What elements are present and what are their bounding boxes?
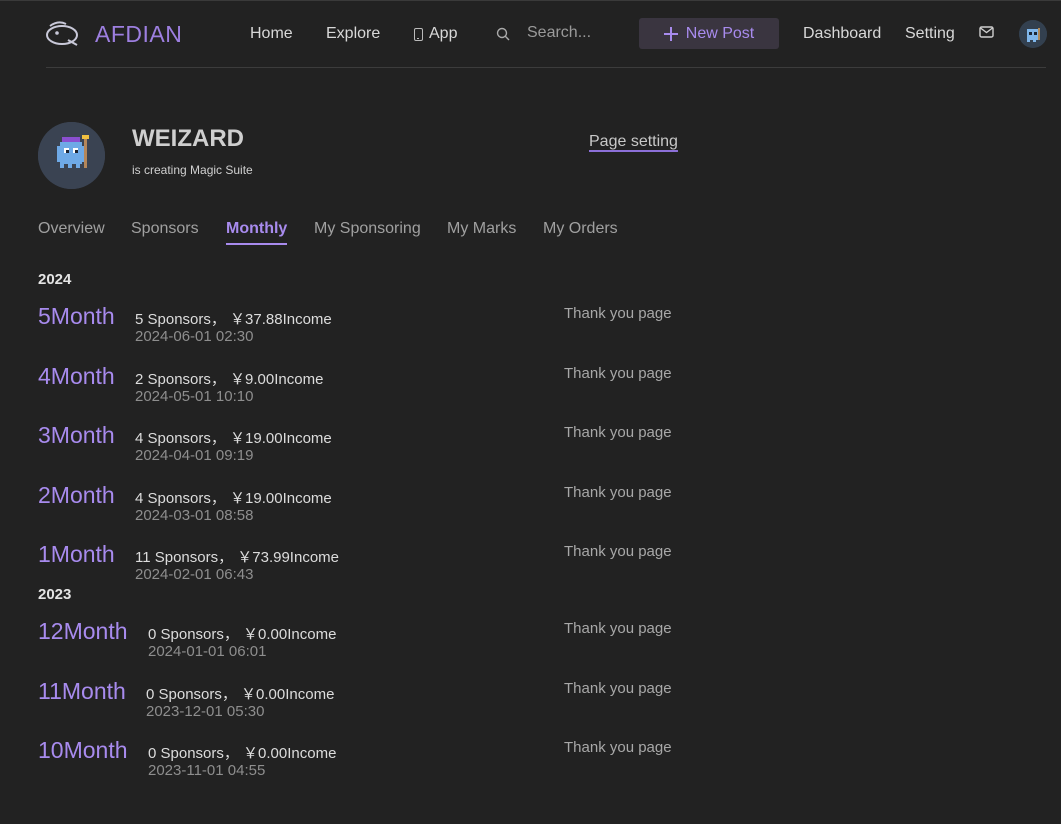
month-summary: 0 Sponsors， ￥0.00Income — [148, 745, 337, 762]
page-setting-link[interactable]: Page setting — [589, 133, 678, 151]
month-date: 2024-03-01 08:58 — [135, 507, 254, 524]
search-input[interactable] — [527, 22, 622, 44]
month-label[interactable]: 12Month — [38, 618, 128, 645]
month-summary: 2 Sponsors， ￥9.00Income — [135, 371, 324, 388]
nav-home[interactable]: Home — [250, 25, 293, 43]
month-date: 2023-11-01 04:55 — [148, 762, 266, 779]
month-label[interactable]: 5Month — [38, 303, 115, 330]
ghost-avatar-icon — [1019, 20, 1047, 48]
tab-my-orders[interactable]: My Orders — [543, 220, 618, 238]
thank-you-page-link[interactable]: Thank you page — [564, 484, 672, 501]
search-icon — [496, 27, 510, 41]
user-avatar[interactable] — [1019, 20, 1047, 48]
month-date: 2024-06-01 02:30 — [135, 328, 254, 345]
month-label[interactable]: 3Month — [38, 422, 115, 449]
brand-name[interactable]: AFDIAN — [95, 21, 182, 48]
nav-app[interactable]: App — [414, 25, 457, 43]
nav-explore[interactable]: Explore — [326, 25, 380, 43]
thank-you-page-link[interactable]: Thank you page — [564, 680, 672, 697]
month-date: 2024-02-01 06:43 — [135, 566, 254, 583]
mail-icon[interactable] — [979, 26, 994, 38]
profile-subtitle: is creating Magic Suite — [132, 163, 253, 177]
year-heading: 2024 — [38, 271, 72, 288]
month-date: 2024-05-01 10:10 — [135, 388, 254, 405]
tab-my-marks[interactable]: My Marks — [447, 220, 516, 238]
month-summary: 0 Sponsors， ￥0.00Income — [148, 626, 337, 643]
thank-you-page-link[interactable]: Thank you page — [564, 424, 672, 441]
tab-my-sponsoring[interactable]: My Sponsoring — [314, 220, 421, 238]
thank-you-page-link[interactable]: Thank you page — [564, 543, 672, 560]
month-label[interactable]: 1Month — [38, 541, 115, 568]
month-date: 2023-12-01 05:30 — [146, 703, 265, 720]
profile-name: WEIZARD — [132, 125, 244, 152]
month-label[interactable]: 11Month — [38, 678, 126, 705]
search-box[interactable] — [494, 22, 624, 46]
header-divider — [46, 67, 1046, 68]
phone-icon — [414, 27, 423, 41]
month-date: 2024-04-01 09:19 — [135, 447, 254, 464]
nav-app-label: App — [429, 25, 458, 42]
month-summary: 5 Sponsors， ￥37.88Income — [135, 311, 332, 328]
nav-setting[interactable]: Setting — [905, 25, 955, 43]
nav-dashboard[interactable]: Dashboard — [803, 25, 881, 43]
thank-you-page-link[interactable]: Thank you page — [564, 365, 672, 382]
year-heading: 2023 — [38, 586, 72, 603]
tab-monthly[interactable]: Monthly — [226, 220, 288, 245]
month-label[interactable]: 4Month — [38, 363, 115, 390]
new-post-label: New Post — [685, 24, 755, 42]
thank-you-page-link[interactable]: Thank you page — [564, 305, 672, 322]
profile-avatar — [38, 122, 105, 189]
tab-sponsors[interactable]: Sponsors — [131, 220, 199, 238]
month-label[interactable]: 2Month — [38, 482, 115, 509]
thank-you-page-link[interactable]: Thank you page — [564, 739, 672, 756]
month-summary: 4 Sponsors， ￥19.00Income — [135, 430, 332, 447]
month-label[interactable]: 10Month — [38, 737, 128, 764]
top-nav: AFDIAN Home Explore App New Post Dashboa… — [0, 0, 1061, 68]
month-summary: 11 Sponsors， ￥73.99Income — [135, 549, 340, 566]
afdian-logo-icon[interactable] — [44, 18, 80, 48]
thank-you-page-link[interactable]: Thank you page — [564, 620, 672, 637]
month-summary: 4 Sponsors， ￥19.00Income — [135, 490, 332, 507]
month-summary: 0 Sponsors， ￥0.00Income — [146, 686, 335, 703]
plus-icon — [663, 26, 678, 41]
ghost-wizard-icon — [38, 122, 105, 189]
tab-overview[interactable]: Overview — [38, 220, 105, 238]
new-post-button[interactable]: New Post — [639, 18, 779, 49]
month-date: 2024-01-01 06:01 — [148, 643, 267, 660]
